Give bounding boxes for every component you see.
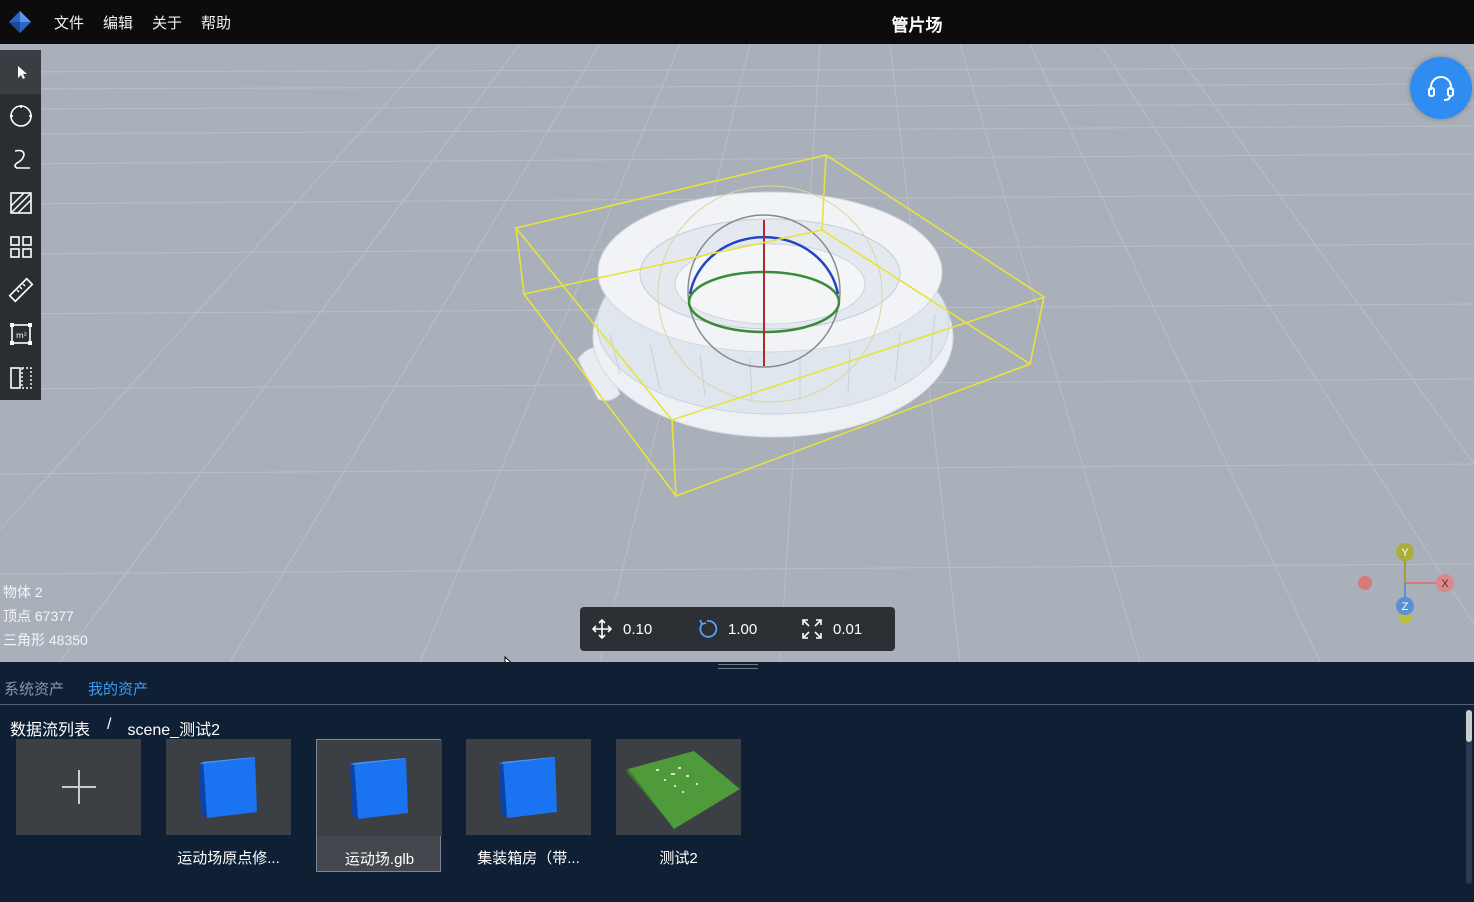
rotate-step[interactable]: 1.00 <box>696 607 757 651</box>
axis-gizmo[interactable]: Y X Z <box>1350 540 1460 630</box>
transform-step-bar: 0.10 1.00 0.01 <box>580 607 895 651</box>
measure-tool[interactable] <box>0 268 41 312</box>
scale-step-value[interactable]: 0.01 <box>833 621 862 638</box>
asset-thumb <box>616 739 741 835</box>
app-title: 管片场 <box>891 16 943 35</box>
asset-scrollbar[interactable] <box>1466 710 1472 884</box>
triangle-count: 三角形 48350 <box>3 632 88 648</box>
asset-thumb <box>466 739 591 835</box>
asset-tile-selected[interactable]: 运动场.glb <box>316 739 442 872</box>
area-measure-tool[interactable]: m² <box>0 312 41 356</box>
headset-icon <box>1428 76 1454 101</box>
vertex-count: 顶点 67377 <box>3 608 74 624</box>
left-toolbar: m² <box>0 50 41 400</box>
plus-icon <box>61 770 96 804</box>
move-icon <box>591 618 613 640</box>
breadcrumb-separator: / <box>107 716 112 733</box>
cube-icon <box>349 758 408 819</box>
breadcrumb: 数据流列表 / scene_测试2 <box>10 716 220 740</box>
asset-tile[interactable]: 运动场原点修... <box>166 739 291 871</box>
circle-icon <box>9 104 32 127</box>
cube-icon <box>498 757 557 818</box>
breadcrumb-root[interactable]: 数据流列表 <box>10 716 90 740</box>
asset-tile[interactable]: 测试2 <box>616 739 741 871</box>
panel-splitter <box>0 662 1474 672</box>
asset-label: 集装箱房（带... <box>477 850 580 867</box>
terrain-icon <box>626 751 740 831</box>
3d-viewport[interactable]: m² 物体 2 顶点 67377 三角形 48350 0.10 1.00 0.0… <box>0 44 1474 662</box>
scene-canvas[interactable] <box>0 44 1474 662</box>
add-asset-thumb <box>16 739 141 835</box>
asset-tile[interactable]: 集装箱房（带... <box>466 739 591 871</box>
tab-system-assets[interactable]: 系统资产 <box>4 678 64 699</box>
cursor-icon <box>17 65 27 79</box>
split-panel-icon <box>9 366 32 389</box>
scale-step[interactable]: 0.01 <box>801 607 862 651</box>
translate-step-value[interactable]: 0.10 <box>623 621 652 638</box>
add-asset-tile[interactable] <box>16 739 141 871</box>
z-axis-label: Z <box>1402 601 1409 613</box>
asset-label: 运动场原点修... <box>177 850 280 867</box>
grid-icon <box>9 235 32 258</box>
resize-handle[interactable] <box>718 664 758 669</box>
scene-stats: 物体 2 顶点 67377 三角形 48350 <box>3 580 88 652</box>
y-axis-label: Y <box>1401 547 1409 559</box>
svg-text:m²: m² <box>16 331 27 340</box>
customer-support-button[interactable] <box>1410 57 1472 119</box>
asset-tabs: 系统资产 我的资产 <box>0 672 1474 705</box>
curve-icon <box>13 149 30 170</box>
section-tool[interactable] <box>0 356 41 400</box>
asset-label: 测试2 <box>659 850 698 867</box>
square-meter-icon: m² <box>9 322 32 345</box>
stadium-model <box>577 191 954 438</box>
asset-label: 运动场.glb <box>344 851 415 868</box>
circle-tool[interactable] <box>0 94 41 138</box>
breadcrumb-current: scene_测试2 <box>127 722 220 739</box>
object-count: 物体 2 <box>3 584 43 600</box>
translate-step[interactable]: 0.10 <box>591 607 652 651</box>
ruler-icon <box>8 277 33 303</box>
rotate-step-value[interactable]: 1.00 <box>728 621 757 638</box>
select-tool[interactable] <box>0 50 41 94</box>
grid-tool[interactable] <box>0 225 41 269</box>
cube-icon <box>198 757 257 818</box>
scrollbar-thumb[interactable] <box>1466 710 1472 742</box>
top-bar: 文件 编辑 关于 帮助 管片场 <box>0 0 1474 44</box>
asset-thumb <box>166 739 291 835</box>
hatched-rect-icon <box>9 192 32 214</box>
asset-thumb <box>317 740 442 836</box>
x-axis-label: X <box>1441 578 1449 590</box>
tab-my-assets[interactable]: 我的资产 <box>88 678 148 699</box>
rotate-icon <box>699 619 718 638</box>
scale-icon <box>802 619 822 639</box>
asset-panel: 系统资产 我的资产 数据流列表 / scene_测试2 运动场原点修... 运动… <box>0 672 1474 902</box>
curve-tool[interactable] <box>0 137 41 181</box>
area-tool[interactable] <box>0 181 41 225</box>
